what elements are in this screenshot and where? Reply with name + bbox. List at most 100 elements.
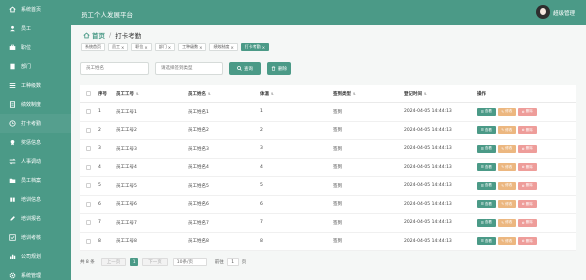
username[interactable]: 超级管理 — [553, 9, 575, 17]
pagination-total: 共 8 条 — [80, 260, 95, 265]
view-button[interactable]: ☰ 查看 — [477, 163, 496, 172]
tag-tab[interactable]: 员工 × — [108, 43, 129, 51]
sort-icon[interactable]: ⇅ — [208, 92, 211, 96]
delete-button[interactable]: ⊗ 删除 — [518, 163, 537, 172]
tag-label: 员工 — [112, 44, 120, 49]
edit-button[interactable]: ✎ 修改 — [497, 237, 516, 246]
sidebar-item-label: 培训考核 — [21, 235, 42, 241]
checkin-type-select[interactable] — [155, 62, 223, 75]
close-icon[interactable]: × — [168, 45, 171, 50]
table-cell: 签到 — [333, 239, 342, 245]
close-icon[interactable]: × — [199, 45, 202, 50]
avatar[interactable] — [536, 5, 550, 19]
row-checkbox[interactable] — [86, 109, 91, 115]
sidebar-item[interactable]: 人事调动 — [0, 152, 71, 171]
close-icon[interactable]: × — [230, 45, 233, 50]
column-header[interactable]: 员工姓名 ⇅ — [188, 85, 211, 102]
column-header[interactable]: 登记时间 ⇅ — [404, 85, 427, 102]
tag-tab[interactable]: 部门 × — [154, 43, 176, 51]
view-button[interactable]: ☰ 查看 — [477, 237, 496, 246]
row-checkbox[interactable] — [86, 220, 91, 226]
delete-button[interactable]: ⊗ 删除 — [518, 237, 537, 246]
sidebar-item[interactable]: 打卡考勤 — [0, 114, 71, 133]
table-cell: 8 — [98, 238, 101, 244]
home-icon — [83, 31, 90, 38]
next-page-button[interactable]: 下一页 — [142, 258, 168, 266]
view-button[interactable]: ☰ 查看 — [477, 126, 496, 135]
batch-delete-button[interactable]: 删除 — [267, 62, 291, 75]
table-cell: 员工姓名4 — [188, 165, 209, 171]
column-header: 操作 — [477, 91, 486, 97]
sidebar-item[interactable]: 员工档案 — [0, 171, 71, 190]
edit-button[interactable]: ✎ 修改 — [497, 126, 516, 135]
sidebar-item[interactable]: 培训报名 — [0, 209, 71, 228]
tag-tab[interactable]: 工种级数 × — [178, 43, 207, 51]
delete-button[interactable]: ⊗ 删除 — [518, 107, 537, 116]
select-all-checkbox[interactable] — [86, 91, 91, 96]
edit-button[interactable]: ✎ 修改 — [497, 163, 516, 172]
delete-button[interactable]: ⊗ 删除 — [518, 126, 537, 135]
table-row: 1 员工工号1 员工姓名1 1 签到 2024-04-05 14:44:13 ☰ 查看 ✎ 修… — [80, 103, 576, 122]
sidebar-item[interactable]: 系统管理 — [0, 266, 71, 280]
edit-button[interactable]: ✎ 修改 — [497, 200, 516, 209]
tag-tab[interactable]: 职位 × — [131, 43, 152, 51]
table-cell: 签到 — [333, 165, 342, 171]
breadcrumb-home[interactable]: 首页 — [92, 30, 105, 40]
sidebar-item[interactable]: 培训考核 — [0, 228, 71, 247]
view-button[interactable]: ☰ 查看 — [477, 200, 496, 209]
delete-button[interactable]: ⊗ 删除 — [518, 181, 537, 190]
close-icon[interactable]: × — [121, 45, 124, 50]
column-header[interactable]: 签到类型 ⇅ — [333, 85, 356, 102]
row-checkbox[interactable] — [86, 238, 91, 244]
view-button[interactable]: ☰ 查看 — [477, 218, 496, 227]
sidebar-item[interactable]: 员工 — [0, 19, 71, 38]
view-button[interactable]: ☰ 查看 — [477, 107, 496, 116]
edit-button[interactable]: ✎ 修改 — [497, 218, 516, 227]
search-button[interactable]: 查询 — [229, 62, 261, 75]
tag-tab[interactable]: 系统首页 — [81, 43, 105, 51]
row-checkbox[interactable] — [86, 201, 91, 207]
sidebar-item-label: 人事调动 — [21, 159, 42, 165]
sidebar-item[interactable]: 绩效制度 — [0, 95, 71, 114]
sidebar-item[interactable]: 工种级数 — [0, 76, 71, 95]
column-header[interactable]: 员工工号 ⇅ — [116, 85, 139, 102]
sort-icon[interactable]: ⇅ — [353, 92, 356, 96]
row-checkbox[interactable] — [86, 164, 91, 170]
edit-button[interactable]: ✎ 修改 — [497, 144, 516, 153]
check-icon — [9, 234, 16, 241]
tag-tab[interactable]: 打卡考勤 × — [240, 43, 270, 51]
delete-button[interactable]: ⊗ 删除 — [518, 200, 537, 209]
sidebar-item[interactable]: 培训信息 — [0, 190, 71, 209]
table-cell: 员工工号7 — [116, 220, 137, 226]
sort-icon[interactable]: ⇅ — [136, 92, 139, 96]
column-header[interactable]: 体温 ⇅ — [260, 85, 274, 102]
employee-name-input[interactable] — [80, 62, 149, 75]
row-checkbox[interactable] — [86, 183, 91, 189]
sidebar-item[interactable]: 公司规划 — [0, 247, 71, 266]
delete-button[interactable]: ⊗ 删除 — [518, 218, 537, 227]
row-checkbox[interactable] — [86, 127, 91, 133]
view-button[interactable]: ☰ 查看 — [477, 181, 496, 190]
page-size-select[interactable]: 10条/页 — [172, 258, 207, 266]
sidebar-item[interactable]: 部门 — [0, 57, 71, 76]
sort-icon[interactable]: ⇅ — [424, 92, 427, 96]
sidebar-item[interactable]: 奖惩信息 — [0, 133, 71, 152]
tag-label: 部门 — [158, 44, 167, 49]
close-icon[interactable]: × — [262, 45, 265, 50]
delete-button[interactable]: ⊗ 删除 — [518, 144, 537, 153]
prev-page-button[interactable]: 上一页 — [100, 258, 127, 266]
sidebar-item[interactable]: 系统首页 — [0, 0, 71, 19]
row-checkbox[interactable] — [86, 146, 91, 152]
sidebar-item[interactable]: 职位 — [0, 38, 71, 57]
tag-label: 工种级数 — [182, 44, 199, 49]
goto-page-input[interactable]: 1 — [226, 258, 239, 266]
close-icon[interactable]: × — [144, 45, 147, 50]
edit-button[interactable]: ✎ 修改 — [497, 181, 516, 190]
page-number-current[interactable]: 1 — [130, 258, 139, 266]
table-cell: 员工姓名3 — [188, 146, 209, 152]
sort-icon[interactable]: ⇅ — [271, 92, 274, 96]
view-button[interactable]: ☰ 查看 — [477, 144, 496, 153]
tag-tab[interactable]: 绩效制度 × — [209, 43, 238, 51]
book-icon — [9, 196, 16, 203]
edit-button[interactable]: ✎ 修改 — [497, 107, 516, 116]
